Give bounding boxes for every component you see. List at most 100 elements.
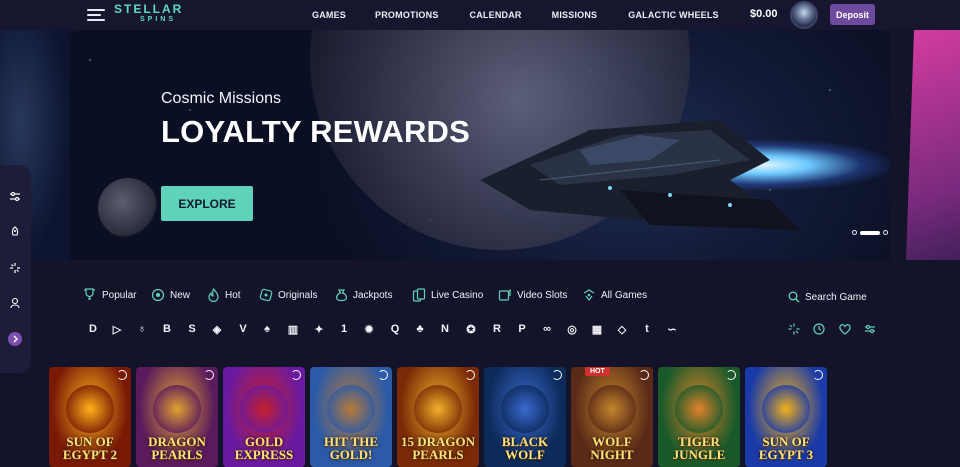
game-title: 15 DRAGON PEARLS <box>400 434 476 462</box>
provider-logo[interactable]: V <box>236 322 250 336</box>
chevron-right-icon[interactable] <box>8 332 22 346</box>
game-title: SUN OF EGYPT 3 <box>758 434 814 462</box>
category-jackpots[interactable]: Jackpots <box>335 283 392 307</box>
clock-icon[interactable] <box>812 322 826 336</box>
spinner-icon[interactable] <box>8 261 22 275</box>
provider-logo[interactable]: t <box>640 322 654 336</box>
provider-logo[interactable]: ✪ <box>464 322 478 336</box>
game-title: WOLF NIGHT <box>590 434 634 462</box>
provider-logo[interactable]: P <box>515 322 529 336</box>
category-label: New <box>170 289 191 301</box>
originals-icon <box>259 288 273 302</box>
game-card[interactable]: SUN OF EGYPT 3 <box>745 367 827 467</box>
game-artwork <box>327 385 375 433</box>
carousel-dots <box>852 230 890 235</box>
provider-logo[interactable]: ♁ <box>135 322 149 336</box>
provider-badge-icon <box>117 370 127 380</box>
category-video-slots[interactable]: Video Slots <box>498 283 567 307</box>
game-artwork <box>66 385 114 433</box>
game-title: DRAGON PEARLS <box>148 434 206 462</box>
nav-missions[interactable]: MISSIONS <box>552 10 598 20</box>
category-originals[interactable]: Originals <box>259 283 317 307</box>
main-nav: GAMES PROMOTIONS CALENDAR MISSIONS GALAC… <box>312 0 719 30</box>
category-label: Originals <box>278 289 318 301</box>
search-icon <box>788 291 800 303</box>
game-card[interactable]: HIT THE GOLD! <box>310 367 392 467</box>
game-card[interactable]: SUN OF EGYPT 2 <box>49 367 131 467</box>
nav-promotions[interactable]: PROMOTIONS <box>375 10 439 20</box>
deposit-button[interactable]: Deposit <box>830 4 875 25</box>
provider-logo[interactable]: ✦ <box>312 322 326 336</box>
provider-logo[interactable]: ✹ <box>362 322 376 336</box>
nav-calendar[interactable]: CALENDAR <box>470 10 522 20</box>
category-new[interactable]: New <box>151 283 190 307</box>
game-card[interactable]: TIGER JUNGLE <box>658 367 740 467</box>
top-bar: STELLAR SPINS GAMES PROMOTIONS CALENDAR … <box>0 0 960 30</box>
carousel-dot[interactable] <box>883 230 888 235</box>
provider-logo[interactable]: ▦ <box>590 322 604 336</box>
game-card[interactable]: 15 DRAGON PEARLS <box>397 367 479 467</box>
game-artwork <box>240 385 288 433</box>
balance: $0.00 <box>750 8 778 20</box>
sliders-icon[interactable] <box>863 322 877 336</box>
cards-icon <box>412 288 426 302</box>
carousel-dot[interactable] <box>852 230 857 235</box>
search-game[interactable]: Search Game <box>788 291 867 303</box>
rocket-icon[interactable] <box>8 225 22 239</box>
logo[interactable]: STELLAR SPINS <box>114 3 194 27</box>
slot-icon <box>498 289 511 301</box>
provider-logo[interactable]: ∞ <box>540 322 554 336</box>
category-popular[interactable]: Popular <box>82 283 136 307</box>
category-live-casino[interactable]: Live Casino <box>412 283 483 307</box>
provider-logo[interactable]: S <box>185 322 199 336</box>
logo-line1: STELLAR <box>114 2 184 16</box>
game-artwork <box>675 385 723 433</box>
category-label: Video Slots <box>517 289 568 301</box>
spinner-icon[interactable] <box>787 322 801 336</box>
game-card[interactable]: GOLD EXPRESS <box>223 367 305 467</box>
nav-games[interactable]: GAMES <box>312 10 346 20</box>
category-hot[interactable]: Hot <box>207 283 241 307</box>
provider-logo[interactable]: ◈ <box>210 322 224 336</box>
heart-icon[interactable] <box>838 322 852 336</box>
side-toolbar <box>0 165 31 373</box>
game-card[interactable]: HOT WOLF NIGHT <box>571 367 653 467</box>
nav-galactic-wheels[interactable]: GALACTIC WHEELS <box>628 10 719 20</box>
provider-logo[interactable]: ♠ <box>260 322 274 336</box>
provider-logo[interactable]: Q <box>388 322 402 336</box>
provider-logo[interactable]: ▥ <box>286 322 300 336</box>
category-label: Live Casino <box>431 289 484 301</box>
sliders-icon[interactable] <box>8 190 22 204</box>
provider-logo[interactable]: ◇ <box>615 322 629 336</box>
hot-badge: HOT <box>585 367 610 376</box>
menu-icon[interactable] <box>87 9 105 21</box>
category-label: Hot <box>225 289 241 301</box>
provider-logo[interactable]: ∽ <box>665 322 679 336</box>
avatar[interactable] <box>790 1 818 29</box>
game-title: SUN OF EGYPT 2 <box>62 434 118 462</box>
provider-logo[interactable]: R <box>490 322 504 336</box>
game-card[interactable]: BLACK WOLF <box>484 367 566 467</box>
moon-image <box>98 178 158 238</box>
provider-logo[interactable]: ◎ <box>565 322 579 336</box>
trophy-icon <box>84 288 95 300</box>
search-label: Search Game <box>805 291 867 303</box>
explore-button[interactable]: EXPLORE <box>161 186 253 221</box>
category-all-games[interactable]: All Games <box>582 283 647 307</box>
provider-logo[interactable]: B <box>160 322 174 336</box>
provider-logo[interactable]: D <box>86 322 100 336</box>
all-games-icon <box>583 289 595 301</box>
hero-banner[interactable]: Cosmic Missions LOYALTY REWARDS EXPLORE <box>70 30 890 260</box>
provider-logo[interactable]: 1 <box>337 322 351 336</box>
provider-badge-icon <box>465 370 475 380</box>
category-label: All Games <box>601 289 648 301</box>
provider-badge-icon <box>378 370 388 380</box>
provider-logo[interactable]: ♣ <box>413 322 427 336</box>
game-card[interactable]: DRAGON PEARLS <box>136 367 218 467</box>
game-artwork <box>414 385 462 433</box>
money-bag-icon <box>336 289 347 302</box>
provider-badge-icon <box>813 370 823 380</box>
provider-logo[interactable]: ▷ <box>110 322 124 336</box>
carousel-dot[interactable] <box>860 230 880 235</box>
provider-logo[interactable]: N <box>438 322 452 336</box>
